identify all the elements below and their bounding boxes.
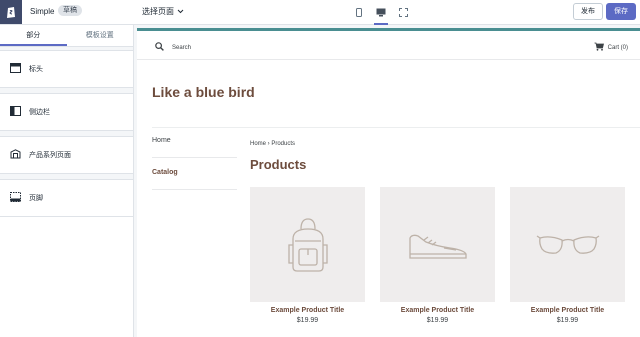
product-image[interactable] [380,187,495,302]
sidebar-item-collection-page[interactable]: 产品系列页面 [0,137,133,174]
product-card[interactable]: Example Product Title $19.99 [250,187,365,324]
publish-button[interactable]: 发布 [573,3,603,20]
product-title[interactable]: Example Product Title [250,307,365,314]
store-sidebar-nav: Home Catalog [152,134,237,190]
tab-theme-settings[interactable]: 模板设置 [67,25,134,46]
shopify-logo-icon[interactable] [0,0,22,24]
sidebar-item-label: 产品系列页面 [29,152,71,159]
product-price: $19.99 [556,317,579,324]
save-button[interactable]: 保存 [606,3,636,20]
product-card[interactable]: Example Product Title $19.99 [510,187,625,324]
editor-sidebar: 部分 模板设置 标头 侧边栏 产品系列页面 页脚 [0,25,134,337]
product-title[interactable]: Example Product Title [380,307,495,314]
product-image[interactable] [250,187,365,302]
product-image[interactable] [510,187,625,302]
fullscreen-icon[interactable] [396,4,410,20]
sidebar-tabs: 部分 模板设置 [0,25,133,47]
sidebar-item-label: 标头 [29,66,43,73]
top-bar: Simple 草稿 选择页面 发布 保存 [0,0,640,25]
cart-icon [594,42,604,53]
product-price: $19.99 [426,317,449,324]
collection-icon [10,149,21,161]
sidebar-item-footer[interactable]: 页脚 [0,180,133,217]
search-icon [155,42,164,53]
product-price: $19.99 [296,317,319,324]
product-grid: Example Product Title $19.99 Example Pro… [250,187,625,324]
header-icon [10,63,21,75]
theme-name: Simple [30,7,55,16]
product-title[interactable]: Example Product Title [510,307,625,314]
sidebar-item-label: 侧边栏 [29,109,50,116]
preview-area: Search Cart (0) Like a blue bird Home Ca… [134,25,640,337]
mobile-icon[interactable] [352,4,366,20]
tab-sections[interactable]: 部分 [0,25,67,46]
sidebar-icon [10,106,21,118]
product-card[interactable]: Example Product Title $19.99 [380,187,495,324]
desktop-icon[interactable] [374,4,388,25]
sidebar-item-sidebar[interactable]: 侧边栏 [0,94,133,131]
content-divider [152,127,640,128]
store-title[interactable]: Like a blue bird [152,84,255,100]
store-preview: Search Cart (0) Like a blue bird Home Ca… [137,28,640,337]
nav-link-home[interactable]: Home [152,134,237,158]
draft-badge: 草稿 [58,5,82,16]
header-divider [137,59,640,60]
store-search[interactable]: Search [155,42,191,53]
sidebar-item-header[interactable]: 标头 [0,51,133,88]
breadcrumb[interactable]: Home › Products [250,141,295,147]
backpack-icon [287,217,328,272]
glasses-icon [536,234,599,254]
page-select-label: 选择页面 [142,7,174,16]
nav-link-catalog[interactable]: Catalog [152,166,237,190]
footer-icon [10,192,21,204]
search-label: Search [172,44,192,51]
chevron-down-icon [177,7,184,16]
device-switcher [352,4,410,25]
store-cart-link[interactable]: Cart (0) [594,42,628,53]
shoe-icon [408,234,467,259]
cart-label: Cart (0) [607,44,628,51]
page-select-dropdown[interactable]: 选择页面 [142,6,184,17]
page-title: Products [250,157,307,172]
sidebar-item-label: 页脚 [29,195,43,202]
